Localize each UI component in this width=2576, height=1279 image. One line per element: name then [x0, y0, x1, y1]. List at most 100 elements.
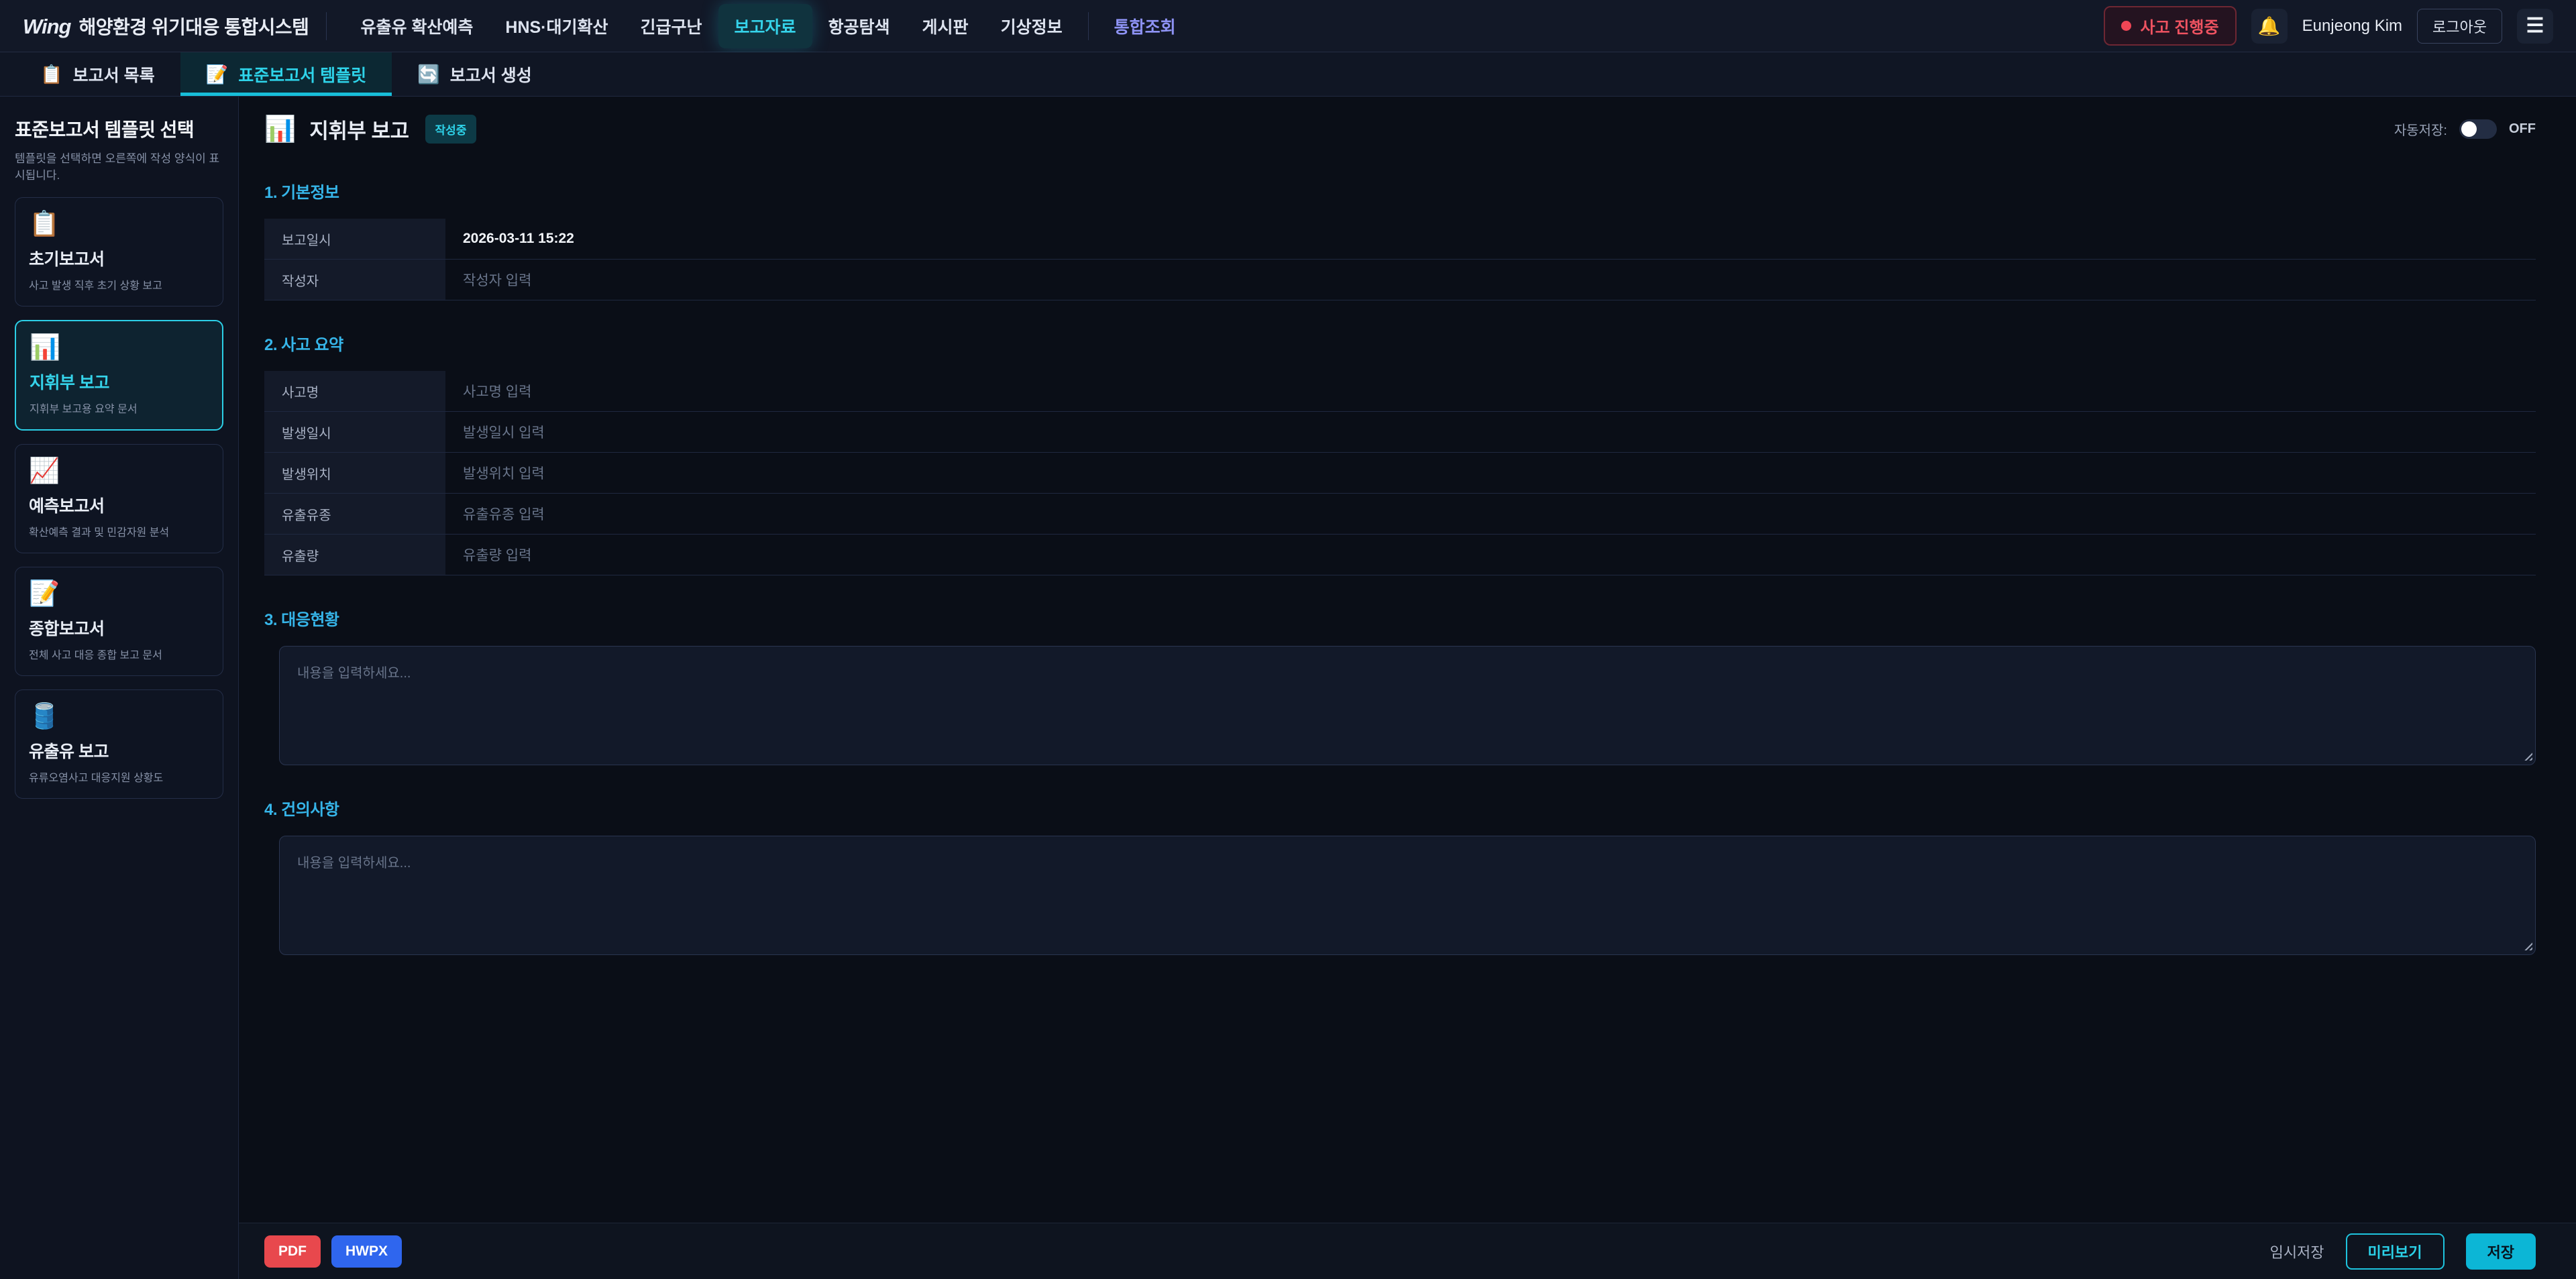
template-card-description: 사고 발생 직후 초기 상황 보고 [29, 276, 209, 292]
incident-dot-icon [2121, 21, 2131, 31]
basic-info-table: 보고일시 2026-03-11 15:22 작성자 작성자 입력 [264, 219, 2536, 300]
table-row: 사고명 사고명 입력 [264, 371, 2536, 412]
section-heading-response-status: 3. 대응현황 [264, 606, 2536, 630]
template-card-description: 유류오염사고 대응지원 상황도 [29, 769, 209, 785]
preview-button[interactable]: 미리보기 [2346, 1233, 2445, 1270]
content-area: 표준보고서 템플릿 선택 템플릿을 선택하면 오른쪽에 작성 양식이 표시됩니다… [0, 97, 2576, 1279]
oil-drum-icon: 🛢️ [29, 704, 209, 728]
nav-item-oil-spill-prediction[interactable]: 유출유 확산예측 [344, 4, 489, 48]
field-input-occurrence-location[interactable]: 발생위치 입력 [445, 453, 2536, 493]
template-card-initial-report[interactable]: 📋 초기보고서 사고 발생 직후 초기 상황 보고 [15, 197, 223, 307]
nav-item-integrated-search[interactable]: 통합조회 [1098, 4, 1192, 48]
nav-item-aerial-search[interactable]: 항공탐색 [812, 4, 906, 48]
report-form-scroll: 📊 지휘부 보고 작성중 자동저장: OFF 1. 기본정보 보고일시 2026… [239, 97, 2576, 1223]
incident-badge-label: 사고 진행중 [2141, 14, 2219, 38]
temp-save-button[interactable]: 임시저장 [2270, 1241, 2324, 1262]
save-button[interactable]: 저장 [2466, 1233, 2536, 1270]
report-tab-bar: 📋 보고서 목록 📝 표준보고서 템플릿 🔄 보고서 생성 [0, 52, 2576, 97]
template-card-prediction-report[interactable]: 📈 예측보고서 확산예측 결과 및 민감자원 분석 [15, 444, 223, 553]
table-row: 작성자 작성자 입력 [264, 260, 2536, 300]
table-row: 발생일시 발생일시 입력 [264, 412, 2536, 453]
tab-standard-report-template-label: 표준보고서 템플릿 [238, 62, 366, 87]
nav-item-report-data[interactable]: 보고자료 [718, 4, 812, 48]
template-card-command-report[interactable]: 📊 지휘부 보고 지휘부 보고용 요약 문서 [15, 320, 223, 431]
table-row: 유출유종 유출유종 입력 [264, 494, 2536, 535]
table-row: 유출량 유출량 입력 [264, 535, 2536, 575]
field-input-oil-type[interactable]: 유출유종 입력 [445, 494, 2536, 534]
response-status-textarea[interactable] [279, 646, 2536, 765]
app-title: 해양환경 위기대응 통합시스템 [78, 13, 309, 40]
template-card-title: 유출유 보고 [29, 738, 209, 763]
notification-button[interactable]: 🔔 [2251, 9, 2288, 44]
footer-right-group: 임시저장 미리보기 저장 [2270, 1233, 2536, 1270]
incident-summary-table: 사고명 사고명 입력 발생일시 발생일시 입력 발생위치 발생위치 입력 유출유… [264, 371, 2536, 575]
top-bar: Wing 해양환경 위기대응 통합시스템 유출유 확산예측 HNS·대기확산 긴… [0, 0, 2576, 52]
export-hwpx-button[interactable]: HWPX [331, 1235, 402, 1268]
nav-item-hns-diffusion[interactable]: HNS·대기확산 [489, 4, 624, 48]
export-pdf-button[interactable]: PDF [264, 1235, 321, 1268]
hamburger-menu-button[interactable]: ☰ [2517, 9, 2553, 44]
tab-standard-report-template[interactable]: 📝 표준보고서 템플릿 [180, 52, 392, 96]
template-card-oil-spill-report[interactable]: 🛢️ 유출유 보고 유류오염사고 대응지원 상황도 [15, 689, 223, 799]
nav-item-weather-info[interactable]: 기상정보 [985, 4, 1079, 48]
template-card-title: 지휘부 보고 [30, 370, 209, 394]
nav-item-board[interactable]: 게시판 [906, 4, 985, 48]
autosave-state: OFF [2509, 121, 2536, 137]
sidebar-title: 표준보고서 템플릿 선택 [15, 115, 223, 142]
table-row: 발생위치 발생위치 입력 [264, 453, 2536, 494]
sidebar-description: 템플릿을 선택하면 오른쪽에 작성 양식이 표시됩니다. [15, 151, 223, 184]
autosave-toggle[interactable] [2459, 119, 2497, 139]
template-card-description: 확산예측 결과 및 민감자원 분석 [29, 523, 209, 539]
response-status-textarea-wrap [279, 646, 2536, 765]
field-label-report-datetime: 보고일시 [264, 219, 445, 259]
template-card-comprehensive-report[interactable]: 📝 종합보고서 전체 사고 대응 종합 보고 문서 [15, 567, 223, 676]
field-input-occurrence-datetime[interactable]: 발생일시 입력 [445, 412, 2536, 452]
field-input-incident-name[interactable]: 사고명 입력 [445, 371, 2536, 411]
field-label-occurrence-datetime: 발생일시 [264, 412, 445, 452]
report-header: 📊 지휘부 보고 작성중 자동저장: OFF [264, 114, 2536, 144]
toggle-knob [2461, 121, 2477, 137]
logo-mark: Wing [23, 15, 70, 39]
tab-report-generate-label: 보고서 생성 [450, 62, 532, 87]
suggestions-textarea[interactable] [279, 836, 2536, 955]
suggestions-textarea-wrap [279, 836, 2536, 955]
incident-status-badge[interactable]: 사고 진행중 [2104, 6, 2237, 46]
hamburger-icon: ☰ [2526, 14, 2544, 38]
field-label-author: 작성자 [264, 260, 445, 300]
field-value-report-datetime[interactable]: 2026-03-11 15:22 [445, 219, 2536, 259]
bell-icon: 🔔 [2258, 15, 2281, 37]
autosave-label: 자동저장: [2394, 119, 2447, 139]
tab-report-list-label: 보고서 목록 [73, 62, 155, 87]
user-name: Eunjeong Kim [2302, 17, 2402, 36]
field-input-author[interactable]: 작성자 입력 [445, 260, 2536, 300]
tab-report-list[interactable]: 📋 보고서 목록 [15, 52, 180, 96]
chart-increasing-icon: 📈 [29, 458, 209, 483]
status-badge: 작성중 [425, 115, 477, 144]
nav-item-emergency-rescue[interactable]: 긴급구난 [625, 4, 718, 48]
clipboard-icon: 📋 [40, 64, 63, 85]
section-heading-basic-info: 1. 기본정보 [264, 179, 2536, 203]
logout-button[interactable]: 로그아웃 [2417, 9, 2502, 44]
template-card-description: 전체 사고 대응 종합 보고 문서 [29, 646, 209, 662]
topbar-divider [326, 12, 327, 40]
report-form-panel: 📊 지휘부 보고 작성중 자동저장: OFF 1. 기본정보 보고일시 2026… [239, 97, 2576, 1279]
table-row: 보고일시 2026-03-11 15:22 [264, 219, 2536, 260]
section-heading-incident-summary: 2. 사고 요약 [264, 331, 2536, 355]
main-nav: 유출유 확산예측 HNS·대기확산 긴급구난 보고자료 항공탐색 게시판 기상정… [344, 4, 1191, 48]
report-title: 지휘부 보고 [309, 114, 409, 144]
app-logo[interactable]: Wing 해양환경 위기대응 통합시스템 [23, 13, 309, 40]
topbar-right-group: 사고 진행중 🔔 Eunjeong Kim 로그아웃 ☰ [2104, 6, 2553, 46]
field-label-incident-name: 사고명 [264, 371, 445, 411]
memo-icon: 📝 [206, 64, 229, 85]
template-sidebar: 표준보고서 템플릿 선택 템플릿을 선택하면 오른쪽에 작성 양식이 표시됩니다… [0, 97, 239, 1279]
autosave-group: 자동저장: OFF [2394, 119, 2536, 139]
template-card-title: 초기보고서 [29, 246, 209, 270]
bar-chart-icon: 📊 [30, 335, 209, 359]
tab-report-generate[interactable]: 🔄 보고서 생성 [392, 52, 557, 96]
section-heading-suggestions: 4. 건의사항 [264, 796, 2536, 820]
bar-chart-icon: 📊 [264, 117, 296, 142]
template-card-title: 종합보고서 [29, 616, 209, 640]
refresh-icon: 🔄 [417, 64, 440, 85]
field-input-spill-amount[interactable]: 유출량 입력 [445, 535, 2536, 575]
nav-divider [1088, 12, 1089, 40]
